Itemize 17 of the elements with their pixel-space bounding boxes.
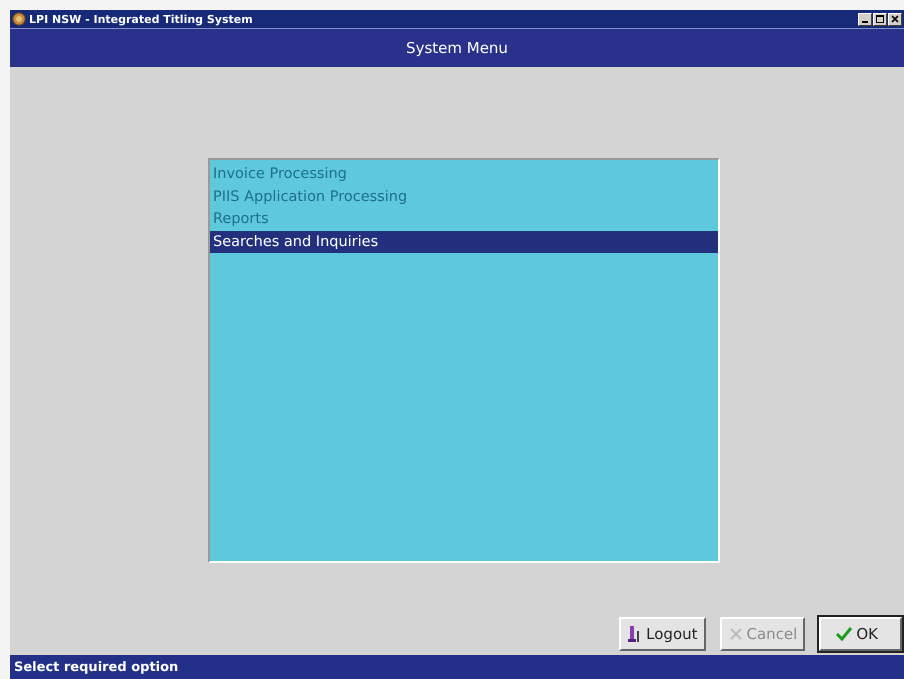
menu-item[interactable]: Reports: [210, 208, 718, 230]
menu-item[interactable]: Invoice Processing: [210, 163, 718, 186]
window-title: LPI NSW - Integrated Titling System: [29, 12, 254, 26]
ok-button[interactable]: OK: [819, 617, 902, 651]
close-button[interactable]: [888, 12, 902, 26]
cancel-icon: [728, 626, 744, 642]
maximize-button[interactable]: [873, 12, 887, 26]
maximize-icon: [876, 15, 884, 23]
header-title: System Menu: [406, 39, 508, 57]
menu-item[interactable]: PIIS Application Processing: [210, 186, 718, 208]
logout-button[interactable]: Logout: [619, 617, 706, 651]
app-icon: [12, 12, 26, 26]
status-text: Select required option: [14, 660, 178, 674]
menu-item[interactable]: Searches and Inquiries: [210, 230, 718, 253]
checkmark-icon: [835, 626, 854, 642]
close-icon: [891, 15, 899, 23]
minimize-button[interactable]: [858, 12, 872, 26]
